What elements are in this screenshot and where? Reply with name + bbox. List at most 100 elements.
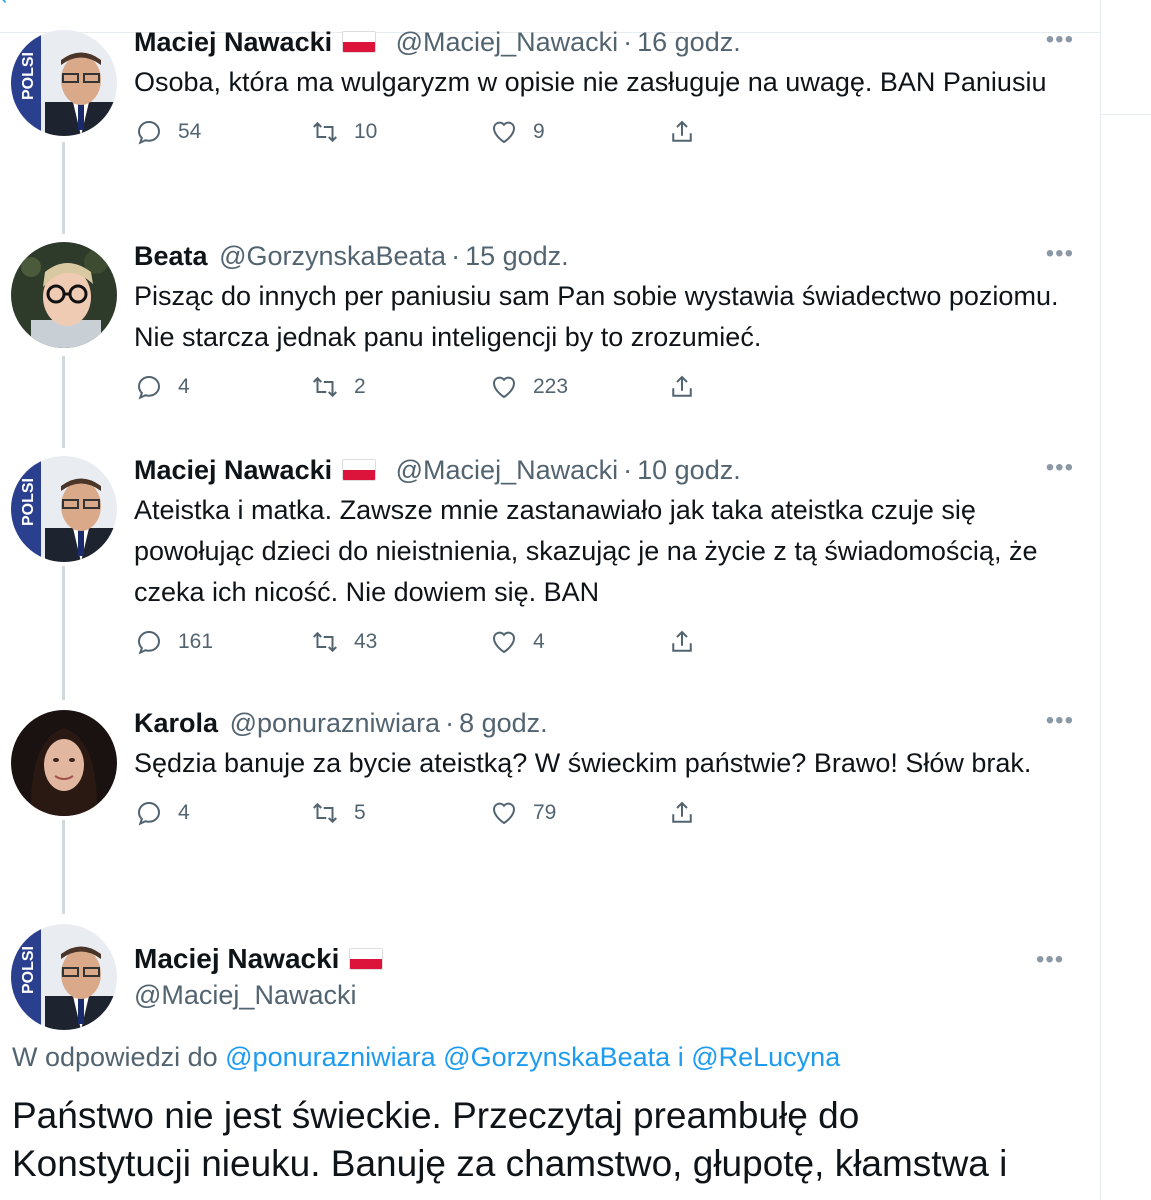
tweet-header: Beata @GorzynskaBeata · 15 godz. [134,240,1074,272]
woman-glasses-portrait-icon [11,242,117,348]
tweet-actions: 4 5 79 [134,798,1074,838]
like-count: 223 [533,375,569,398]
avatar[interactable]: POLSI [11,456,117,562]
avatar[interactable]: POLSI [11,924,117,1030]
mention-link[interactable]: @ReLucyna [691,1042,840,1072]
retweet-count: 2 [354,375,366,398]
main-author-handle[interactable]: @Maciej_Nawacki [134,978,383,1012]
poland-flag-icon [349,948,384,970]
tweet[interactable]: Karola @ponurazniwiara · 8 godz. ••• Sędzi… [134,707,1074,838]
thread-connector [62,820,65,914]
like-count: 79 [533,801,557,824]
avatar[interactable] [11,710,117,816]
reply-context: W odpowiedzi do @ponurazniwiara @Gorzyns… [12,1042,840,1073]
reply-count: 4 [178,375,190,398]
like-count: 9 [533,120,545,143]
more-icon[interactable]: ••• [1046,240,1074,268]
retweet-button[interactable]: 5 [310,798,366,828]
like-button[interactable]: 223 [489,372,568,402]
tweet[interactable]: Beata @GorzynskaBeata · 15 godz. ••• Piszą… [134,240,1074,412]
retweet-icon [313,376,337,398]
main-tweet-text: Państwo nie jest świeckie. Przeczytaj pr… [12,1092,1092,1188]
thread-view: ‹ POLSI Maciej Nawacki @Maciej_Nawacki·1… [0,0,1151,1200]
mention-link[interactable]: @ponurazniwiara [225,1042,436,1072]
dot-separator: · [445,708,455,738]
author-name[interactable]: Beata [134,241,208,271]
share-icon [672,120,692,142]
retweet-button[interactable]: 10 [310,117,377,147]
tweet[interactable]: Maciej Nawacki @Maciej_Nawacki · 16 godz. … [134,26,1074,157]
more-icon[interactable]: ••• [1046,26,1074,54]
dot-separator: · [623,455,633,485]
reply-and: i [677,1042,684,1072]
svg-text:POLSI: POLSI [20,52,37,100]
back-arrow-icon[interactable]: ‹ [0,0,7,10]
share-button[interactable] [667,627,711,657]
retweet-count: 43 [354,630,378,653]
tweet[interactable]: Maciej Nawacki @Maciej_Nawacki · 10 godz. … [134,454,1074,667]
tweet-actions: 161 43 4 [134,627,1074,667]
like-button[interactable]: 4 [489,627,545,657]
share-icon [672,801,692,823]
poland-flag-icon [342,459,377,481]
retweet-button[interactable]: 2 [310,372,366,402]
mention-link[interactable]: @GorzynskaBeata [443,1042,670,1072]
reply-icon [137,120,161,145]
tweet-actions: 54 10 9 [134,117,1074,157]
like-count: 4 [533,630,545,653]
main-author-name[interactable]: Maciej Nawacki [134,942,384,976]
author-name[interactable]: Maciej Nawacki [134,27,332,57]
reply-prefix: W odpowiedzi do [12,1042,218,1072]
tweet-text: Osoba, która ma wulgaryzm w opisie nie z… [134,67,1047,97]
retweet-icon [313,802,337,824]
author-name[interactable]: Maciej Nawacki [134,943,339,974]
like-button[interactable]: 9 [489,117,545,147]
dot-separator: · [623,27,633,57]
poland-flag-icon [342,31,377,53]
thread-connector [62,142,65,234]
avatar[interactable] [11,242,117,348]
judge-portrait-icon: POLSI [11,456,117,562]
timestamp[interactable]: 16 godz. [637,27,741,57]
more-icon[interactable]: ••• [1046,454,1074,482]
avatar[interactable]: POLSI [11,30,117,136]
more-icon[interactable]: ••• [1046,707,1074,735]
main-tweet-header: Maciej Nawacki @Maciej_Nawacki [134,942,384,1012]
reply-button[interactable]: 161 [134,627,213,657]
author-name[interactable]: Karola [134,708,218,738]
timestamp[interactable]: 10 godz. [637,455,741,485]
tweet-text: Sędzia banuje za bycie ateistką? W świec… [134,748,1032,778]
tweet-header: Maciej Nawacki @Maciej_Nawacki · 16 godz. [134,26,1074,58]
tweet-header: Karola @ponurazniwiara · 8 godz. [134,707,1074,739]
judge-portrait-icon: POLSI [11,30,117,136]
timestamp[interactable]: 15 godz. [465,241,569,271]
tweet-header: Maciej Nawacki @Maciej_Nawacki · 10 godz. [134,454,1074,486]
share-button[interactable] [667,798,711,828]
share-button[interactable] [667,372,711,402]
author-handle[interactable]: @ponurazniwiara [230,708,441,738]
woman-dark-hair-portrait-icon [11,710,117,816]
reply-button[interactable]: 54 [134,117,201,147]
author-handle[interactable]: @Maciej_Nawacki [396,27,618,57]
tweet-text: Ateistka i matka. Zawsze mnie zastanawia… [134,495,1038,607]
author-handle[interactable]: @GorzynskaBeata [219,241,446,271]
tweet-text: Pisząc do innych per paniusiu sam Pan so… [134,281,1059,352]
like-button[interactable]: 79 [489,798,556,828]
heart-icon [492,631,516,654]
reply-button[interactable]: 4 [134,798,190,828]
share-button[interactable] [667,117,711,147]
thread-connector [62,566,65,700]
timestamp[interactable]: 8 godz. [459,708,548,738]
main-tweet-text-line: Państwo nie jest świeckie. Przeczytaj pr… [12,1095,860,1136]
more-icon[interactable]: ••• [1036,946,1151,974]
author-handle[interactable]: @Maciej_Nawacki [396,455,618,485]
heart-icon [492,802,516,825]
retweet-icon [313,121,337,143]
author-name[interactable]: Maciej Nawacki [134,455,332,485]
thread-connector [62,356,65,448]
reply-icon [137,630,161,655]
reply-button[interactable]: 4 [134,372,190,402]
reply-count: 4 [178,801,190,824]
right-panel-divider [1100,0,1101,1200]
retweet-button[interactable]: 43 [310,627,377,657]
